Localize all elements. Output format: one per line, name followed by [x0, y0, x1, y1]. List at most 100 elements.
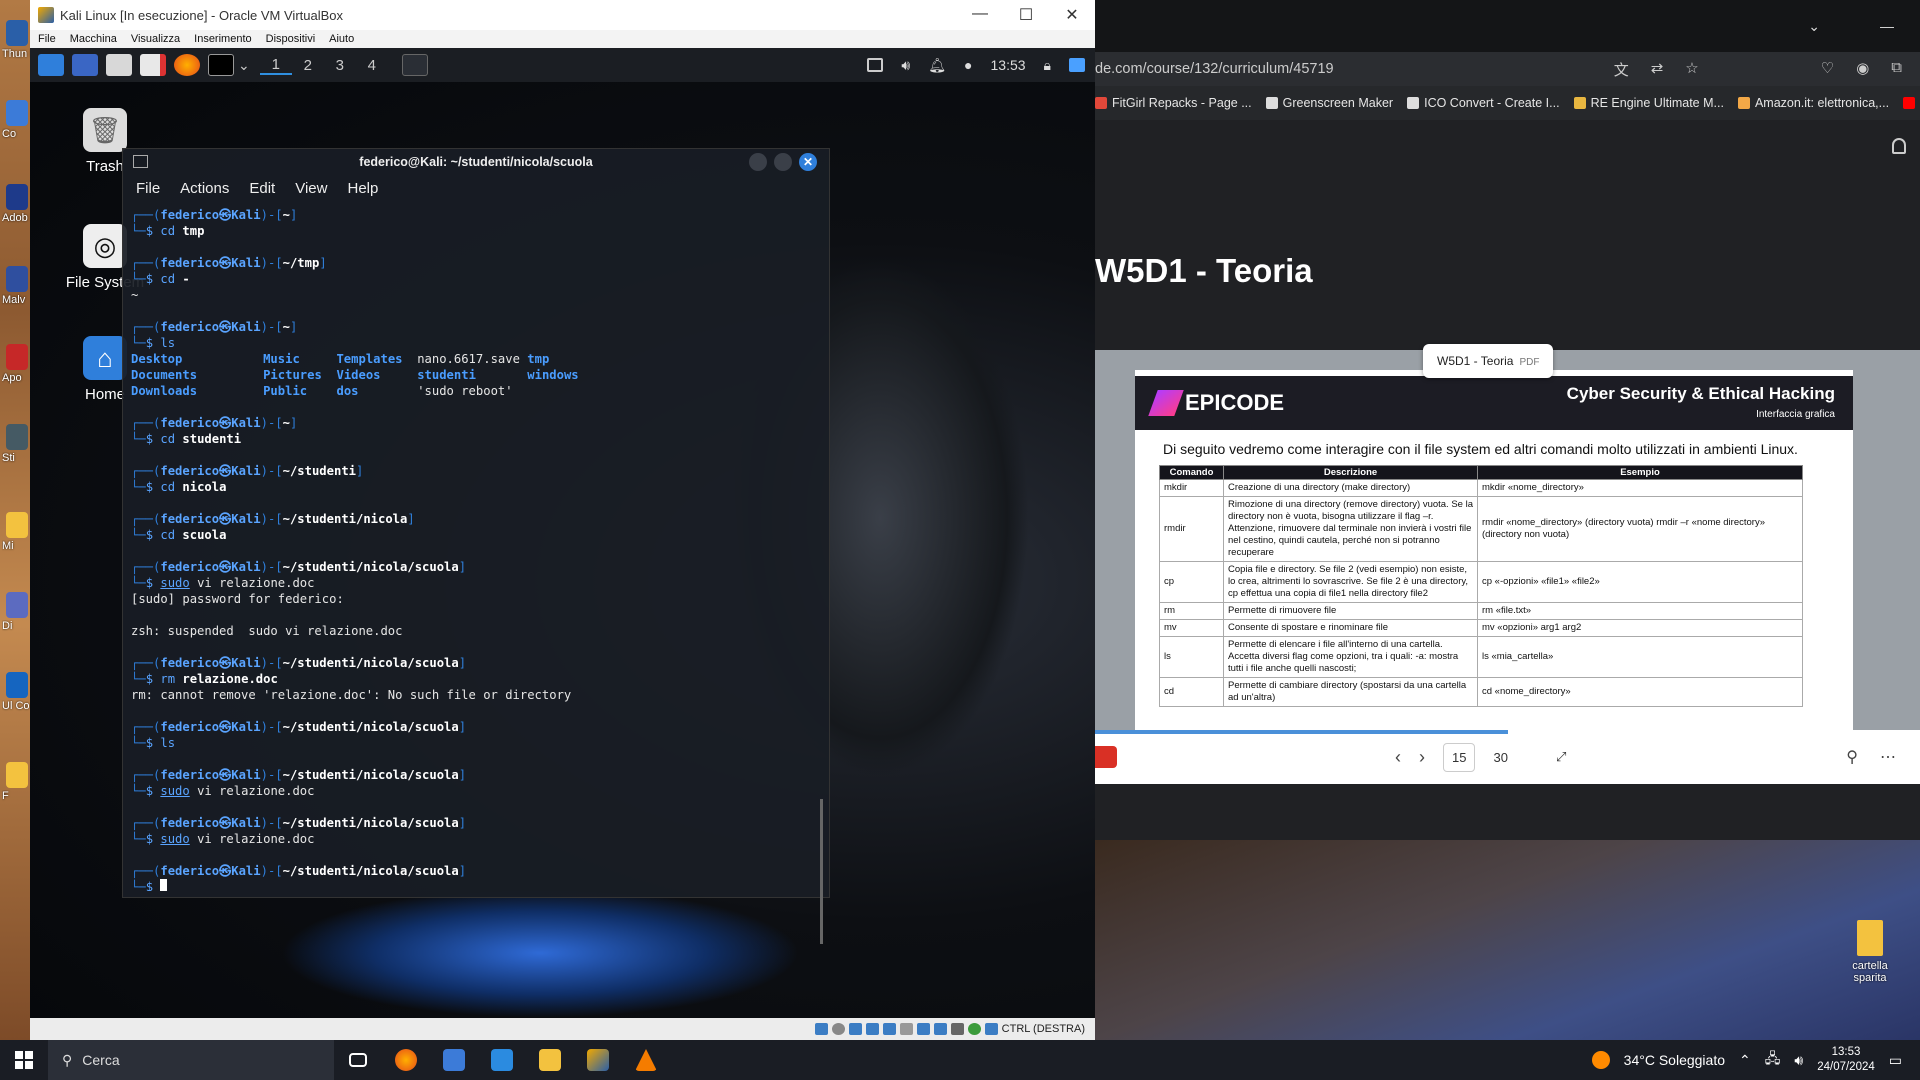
bookmark-item[interactable]: RE Engine Ultimate M...: [1573, 96, 1724, 110]
bookmark-item[interactable]: FitGirl Repacks - Page ...: [1095, 96, 1252, 110]
vbox-menu-input[interactable]: Inserimento: [194, 33, 251, 45]
vbox-menu-view[interactable]: Visualizza: [131, 33, 180, 45]
vbox-menu-file[interactable]: File: [38, 33, 56, 45]
terminal-output[interactable]: ┌──(federico㉿Kali)-[~] └─$ cd tmp ┌──(fe…: [123, 201, 829, 891]
cpu-icon[interactable]: [950, 1023, 964, 1035]
host-desktop-folder[interactable]: cartella sparita: [1835, 920, 1905, 984]
power-status-icon[interactable]: ●: [964, 57, 972, 73]
bookmark-item[interactable]: ICO Convert - Create I...: [1407, 96, 1560, 110]
vbox-menu-help[interactable]: Aiuto: [329, 33, 354, 45]
mouse-integration-icon[interactable]: [984, 1023, 998, 1035]
notification-bell-icon[interactable]: [1892, 138, 1906, 154]
vbox-menu-devices[interactable]: Dispositivi: [266, 33, 316, 45]
host-desktop-icon[interactable]: [6, 424, 28, 450]
task-view-button[interactable]: [334, 1040, 382, 1080]
recording-icon[interactable]: [933, 1023, 947, 1035]
taskbar-app-2[interactable]: [430, 1040, 478, 1080]
terminal-scrollbar[interactable]: [820, 799, 823, 944]
maximize-icon[interactable]: ☐: [1003, 5, 1049, 25]
taskbar-vlc[interactable]: [622, 1040, 670, 1080]
host-desktop-icon[interactable]: [6, 512, 28, 538]
vbox-menu-machine[interactable]: Macchina: [70, 33, 117, 45]
terminal-titlebar[interactable]: federico@Kali: ~/studenti/nicola/scuola …: [123, 149, 829, 175]
shared-folder-icon[interactable]: [899, 1023, 913, 1035]
firefox-icon[interactable]: [174, 54, 200, 76]
bookmark-item[interactable]: Greenscreen Maker: [1265, 96, 1393, 110]
taskbar-search[interactable]: ⚲ Cerca: [48, 1040, 334, 1080]
pdf-viewer[interactable]: W5D1 - Teoria PDF EPICODE Cyber Security …: [1095, 344, 1920, 770]
notifications-icon[interactable]: ▭: [1889, 1052, 1902, 1069]
more-options-icon[interactable]: ⋯: [1880, 747, 1896, 767]
workspace-2[interactable]: 2: [292, 57, 324, 74]
panel-clock[interactable]: 13:53: [991, 57, 1026, 73]
host-desktop-icon[interactable]: [6, 344, 28, 370]
account-icon[interactable]: ◉: [1856, 59, 1869, 80]
network-adapter-icon[interactable]: [865, 1023, 879, 1035]
tray-chevron-icon[interactable]: ⌃: [1739, 1052, 1751, 1069]
terminal-menu-edit[interactable]: Edit: [249, 180, 275, 197]
close-icon[interactable]: ✕: [1049, 5, 1095, 25]
page-translate-icon[interactable]: ⇄: [1651, 59, 1664, 80]
prev-page-icon[interactable]: ‹: [1395, 747, 1401, 768]
host-desktop-icon[interactable]: [6, 672, 28, 698]
file-manager-icon[interactable]: [106, 54, 132, 76]
host-desktop-icon[interactable]: [6, 184, 28, 210]
host-desktop-icon[interactable]: [6, 762, 28, 788]
notification-bell-icon[interactable]: 🔔︎: [928, 57, 946, 74]
lock-icon[interactable]: 🔒︎: [1044, 57, 1051, 74]
display-status-icon[interactable]: [916, 1023, 930, 1035]
network-icon[interactable]: [1069, 58, 1085, 72]
bookmark-star-icon[interactable]: ☆: [1685, 59, 1698, 80]
hdd-icon[interactable]: [814, 1023, 828, 1035]
bookmark-item[interactable]: Amazon.it: elettronica,...: [1737, 96, 1889, 110]
fullscreen-icon[interactable]: ⤢: [1556, 749, 1566, 765]
terminal-maximize-button[interactable]: [774, 153, 792, 171]
audio-icon[interactable]: [848, 1023, 862, 1035]
display-icon[interactable]: [867, 58, 884, 72]
host-desktop-icon[interactable]: [6, 20, 28, 46]
text-editor-icon[interactable]: [140, 54, 166, 76]
taskbar-clock[interactable]: 13:53 24/07/2024: [1817, 1045, 1875, 1075]
workspace-4[interactable]: 4: [356, 57, 388, 74]
kali-menu-icon[interactable]: [38, 54, 64, 76]
workspace-1[interactable]: 1: [259, 56, 292, 75]
weather-text[interactable]: 34°C Soleggiato: [1624, 1052, 1725, 1068]
page-number-input[interactable]: 15: [1443, 742, 1476, 772]
browser-minimize-icon[interactable]: —: [1880, 18, 1894, 34]
address-url[interactable]: de.com/course/132/curriculum/45719: [1095, 61, 1334, 77]
terminal-menu-file[interactable]: File: [136, 180, 160, 197]
bookmark-item[interactable]: YouTub: [1903, 96, 1920, 110]
pdf-file-icon[interactable]: [1095, 746, 1117, 768]
optical-drive-icon[interactable]: [831, 1023, 845, 1035]
minimize-icon[interactable]: —: [957, 5, 1003, 25]
terminal-minimize-button[interactable]: [749, 153, 767, 171]
host-desktop-icon[interactable]: [6, 100, 28, 126]
vbox-titlebar[interactable]: Kali Linux [In esecuzione] - Oracle VM V…: [30, 0, 1095, 30]
tab-list-chevron-icon[interactable]: ⌄: [1808, 18, 1820, 35]
terminal-menu-actions[interactable]: Actions: [180, 180, 229, 197]
next-page-icon[interactable]: ›: [1419, 747, 1425, 768]
search-icon[interactable]: ⚲: [1846, 747, 1858, 767]
show-desktop-icon[interactable]: [72, 54, 98, 76]
terminal-menu-view[interactable]: View: [295, 180, 327, 197]
taskbar-firefox[interactable]: [382, 1040, 430, 1080]
guest-additions-icon[interactable]: [967, 1023, 981, 1035]
weather-icon[interactable]: [1591, 1051, 1610, 1069]
terminal-close-button[interactable]: ✕: [799, 153, 817, 171]
host-desktop-icon[interactable]: [6, 592, 28, 618]
taskbar-explorer[interactable]: [526, 1040, 574, 1080]
taskbar-mail[interactable]: [478, 1040, 526, 1080]
extensions-icon[interactable]: ⧉: [1891, 59, 1902, 80]
start-button[interactable]: [0, 1051, 48, 1069]
host-desktop-icon[interactable]: [6, 266, 28, 292]
volume-icon[interactable]: 🔊︎: [901, 57, 910, 74]
usb-icon[interactable]: [882, 1023, 896, 1035]
address-bar[interactable]: de.com/course/132/curriculum/45719 文 ⇄ ☆…: [1095, 52, 1920, 86]
network-icon[interactable]: 🖧︎: [1765, 1048, 1781, 1072]
translate-icon[interactable]: 文: [1614, 59, 1629, 80]
pocket-icon[interactable]: ♡: [1821, 59, 1834, 80]
volume-icon[interactable]: 🔊︎: [1794, 1052, 1803, 1069]
taskbar-terminal-icon[interactable]: [401, 54, 428, 76]
terminal-menu-help[interactable]: Help: [347, 180, 378, 197]
terminal-launcher-icon[interactable]: [208, 54, 234, 76]
